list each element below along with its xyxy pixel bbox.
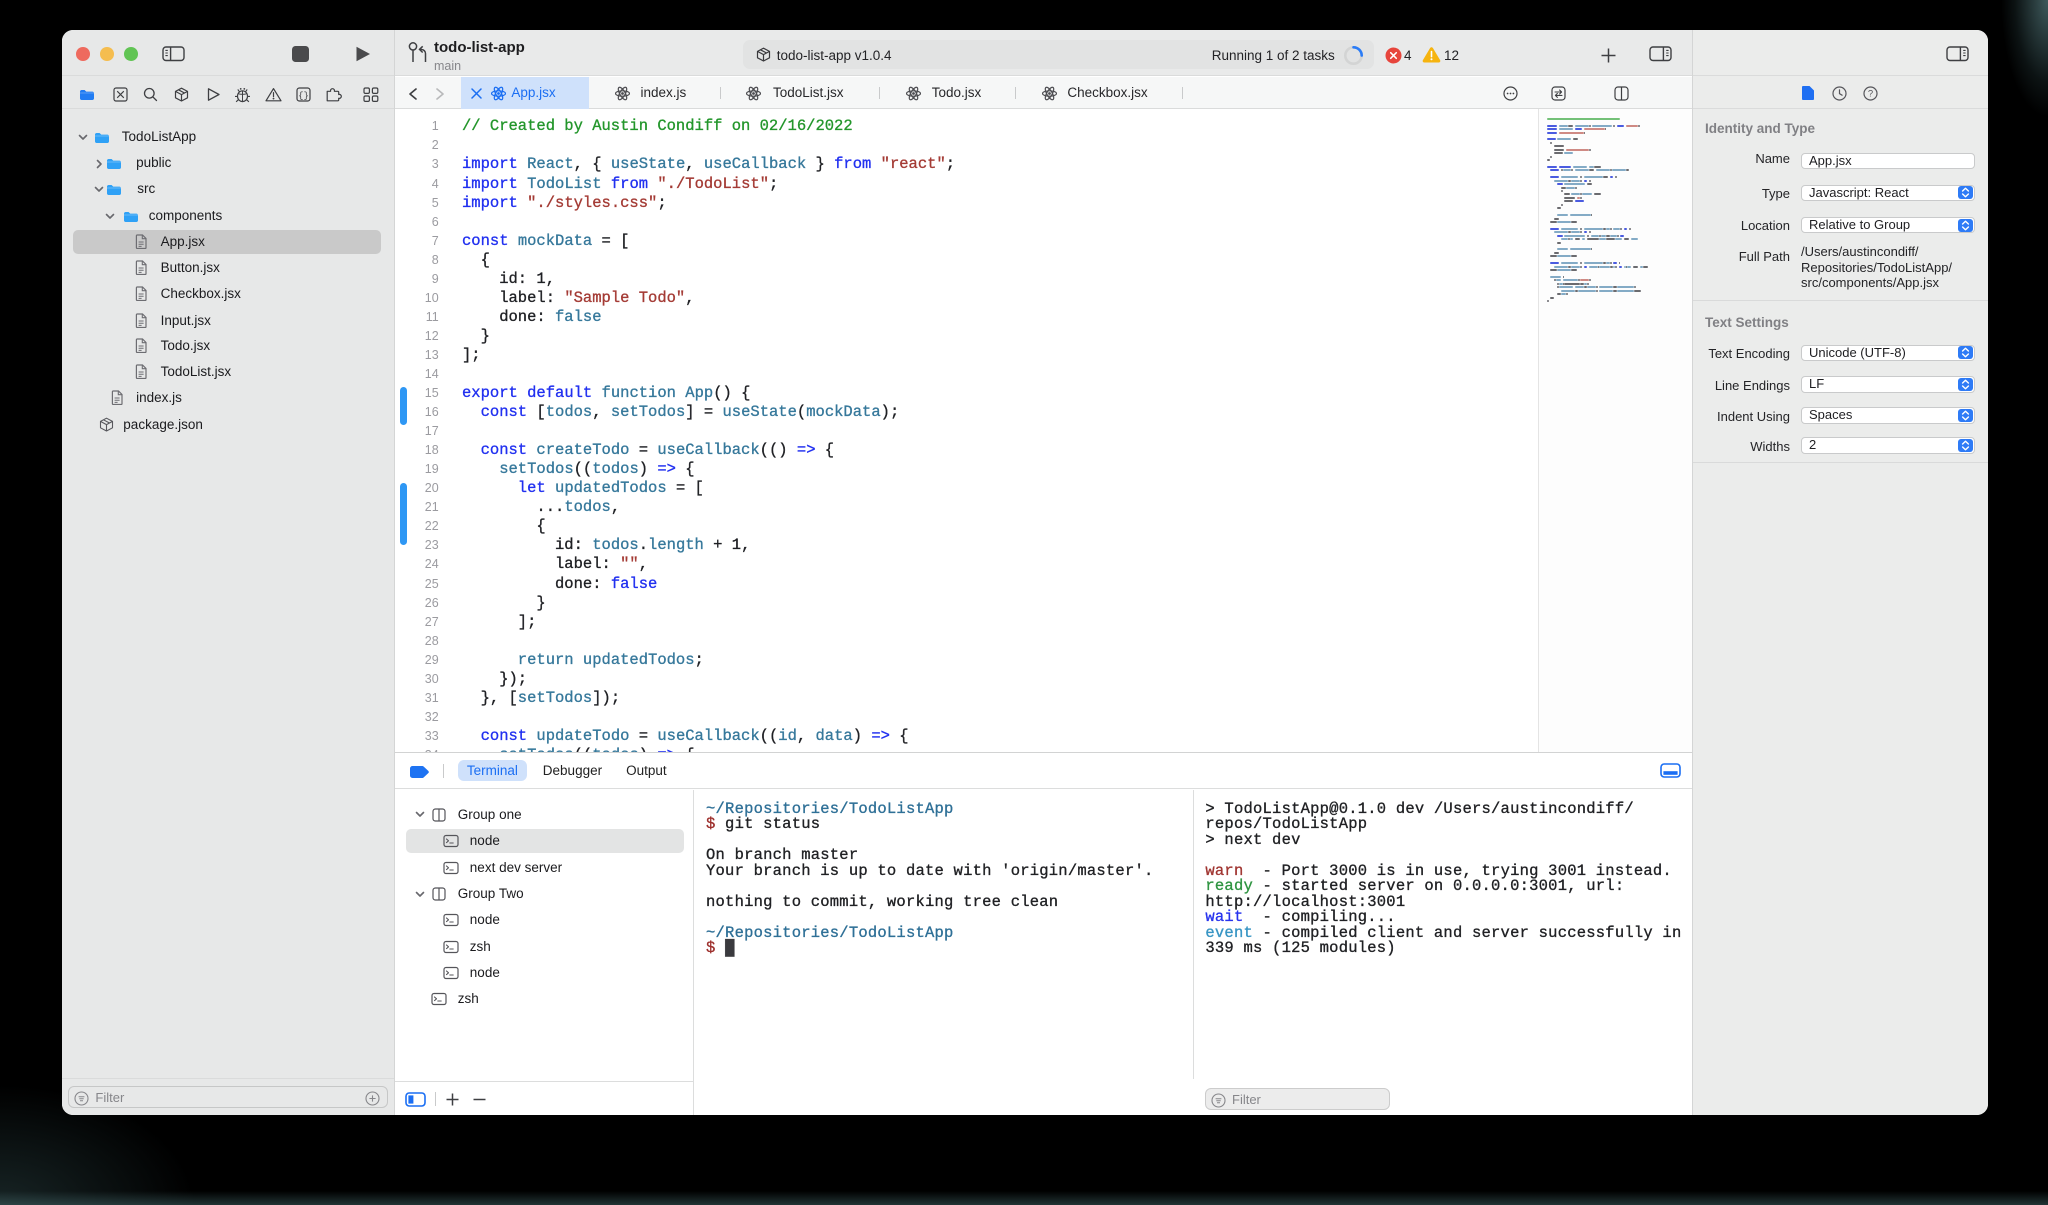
svg-text:?: ? [1867,88,1872,99]
svg-text:{}: {} [298,91,309,101]
